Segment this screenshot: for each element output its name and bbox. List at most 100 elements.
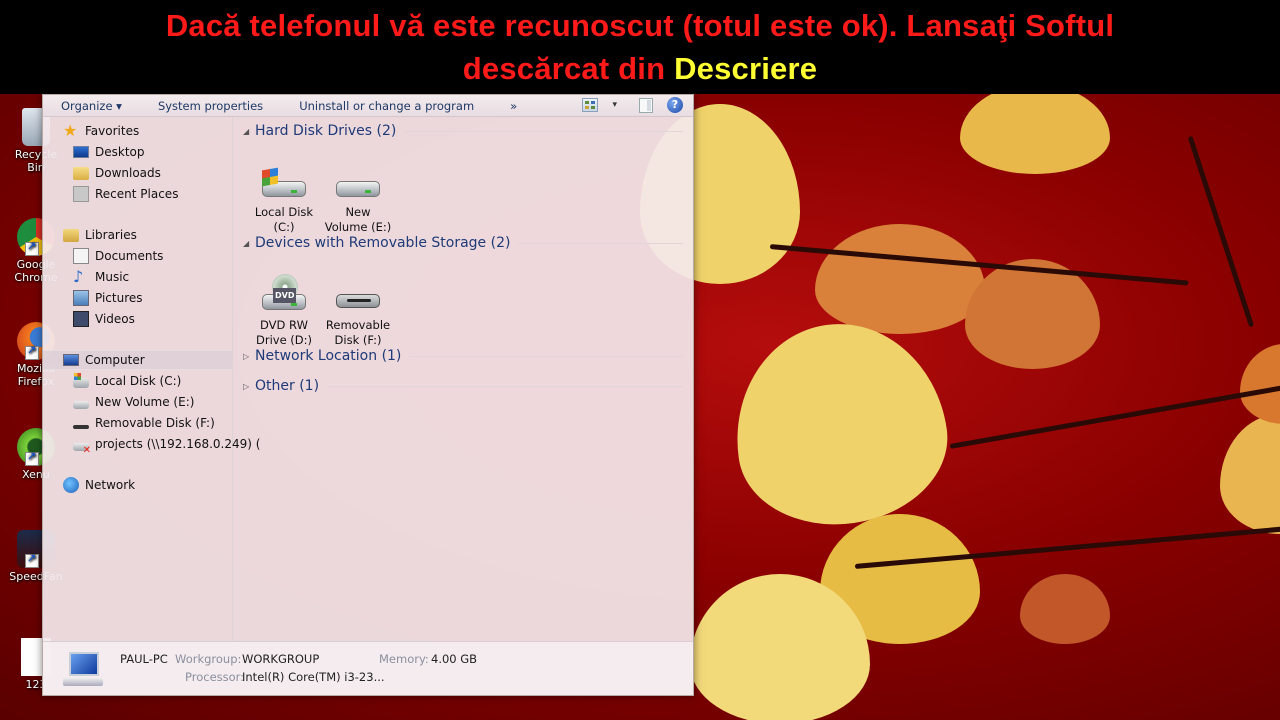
more-commands-button[interactable]: » xyxy=(492,99,535,113)
hard-drive-icon xyxy=(334,161,382,201)
nav-pictures[interactable]: Pictures xyxy=(73,288,143,308)
change-view-icon[interactable] xyxy=(582,98,599,112)
nav-label: Favorites xyxy=(85,124,140,138)
processor-value: Intel(R) Core(TM) i3-23... xyxy=(242,670,385,684)
navigation-pane: ★ Favorites Desktop Downloads Recent Plac… xyxy=(43,117,260,643)
hard-drive-icon xyxy=(73,400,89,409)
nav-recent-places[interactable]: Recent Places xyxy=(73,184,178,204)
group-label: Devices with Removable Storage (2) xyxy=(255,235,511,251)
drive-new-volume-e[interactable]: New Volume (E:) xyxy=(323,161,393,235)
workgroup-label: Workgroup: xyxy=(175,652,242,666)
nav-downloads[interactable]: Downloads xyxy=(73,163,161,183)
group-other[interactable]: ▷ Other (1) xyxy=(243,378,683,394)
wallpaper-leaf xyxy=(1020,574,1110,644)
workgroup-value: WORKGROUP xyxy=(242,652,320,666)
nav-label: New Volume (E:) xyxy=(95,395,195,409)
group-label: Network Location (1) xyxy=(255,348,402,364)
toolbar-right: ▾ ? xyxy=(582,97,683,113)
group-divider xyxy=(409,355,683,357)
nav-computer[interactable]: Computer xyxy=(43,350,232,370)
group-network-location[interactable]: ▷ Network Location (1) xyxy=(243,348,683,364)
group-label: Other (1) xyxy=(255,378,320,394)
nav-libraries[interactable]: Libraries xyxy=(63,225,137,245)
group-hard-disk-drives[interactable]: ◢ Hard Disk Drives (2) xyxy=(243,123,683,139)
nav-network[interactable]: Network xyxy=(63,475,135,495)
nav-videos[interactable]: Videos xyxy=(73,309,135,329)
nav-removable-disk-f[interactable]: Removable Disk (F:) xyxy=(73,413,215,433)
preview-pane-icon[interactable] xyxy=(639,97,653,113)
nav-desktop[interactable]: Desktop xyxy=(73,142,145,162)
details-pane: PAUL-PC Workgroup: WORKGROUP Memory: 4.0… xyxy=(43,641,693,695)
nav-new-volume-e[interactable]: New Volume (E:) xyxy=(73,392,194,412)
nav-label: Network xyxy=(85,478,136,492)
expanded-triangle-icon: ◢ xyxy=(243,238,250,248)
nav-projects-network-drive[interactable]: projects (\\192.168.0.249) ( xyxy=(73,434,260,456)
drive-local-disk-c[interactable]: Local Disk (C:) xyxy=(249,161,319,235)
nav-documents[interactable]: Documents xyxy=(73,246,163,266)
content-pane: ◢ Hard Disk Drives (2) Local Disk (C:) Ne… xyxy=(235,117,693,643)
nav-local-disk-c[interactable]: Local Disk (C:) xyxy=(73,371,181,391)
instruction-banner: Dacă telefonul vă este recunoscut (totul… xyxy=(0,0,1280,94)
shortcut-arrow-icon xyxy=(25,344,39,360)
tile-label-line1: Local Disk xyxy=(254,205,314,219)
wallpaper-branch xyxy=(1187,135,1255,328)
drive-removable-disk-f[interactable]: Removable Disk (F:) xyxy=(323,274,393,348)
libraries-icon xyxy=(63,228,79,242)
banner-line-2: descărcat din Descriere xyxy=(0,47,1280,90)
nav-label: Videos xyxy=(95,312,135,326)
downloads-folder-icon xyxy=(73,166,89,180)
computer-name: PAUL-PC xyxy=(120,652,168,666)
group-removable-storage[interactable]: ◢ Devices with Removable Storage (2) xyxy=(243,235,683,251)
nav-label: Local Disk (C:) xyxy=(95,374,182,388)
uninstall-program-button[interactable]: Uninstall or change a program xyxy=(281,99,492,113)
memory-value: 4.00 GB xyxy=(431,652,478,666)
pictures-icon xyxy=(73,290,89,306)
help-icon[interactable]: ? xyxy=(667,97,683,113)
wallpaper-leaf xyxy=(1240,344,1280,424)
disconnected-network-drive-icon xyxy=(73,442,91,456)
memory-label: Memory: xyxy=(379,652,429,666)
wallpaper-branch xyxy=(949,384,1280,449)
view-options-dropdown[interactable]: ▾ xyxy=(612,100,617,110)
system-drive-icon xyxy=(260,161,308,201)
group-divider xyxy=(404,130,683,132)
system-properties-button[interactable]: System properties xyxy=(140,99,281,113)
shortcut-arrow-icon xyxy=(25,240,39,256)
nav-label: Removable Disk (F:) xyxy=(95,416,215,430)
star-icon: ★ xyxy=(63,121,78,140)
computer-explorer-window: Organize ▾ System properties Uninstall o… xyxy=(42,94,694,696)
documents-icon xyxy=(73,248,89,264)
shortcut-arrow-icon xyxy=(25,450,39,466)
network-icon xyxy=(63,477,79,493)
tile-label-line2: (C:) xyxy=(273,220,295,234)
tile-label-line1: New xyxy=(345,205,371,219)
nav-label: Music xyxy=(95,270,130,284)
desktop: Recycle Bin Google Chrome Mozilla Firefo… xyxy=(0,94,1280,720)
tile-label-line2: Drive (D:) xyxy=(255,333,313,347)
collapsed-triangle-icon: ▷ xyxy=(243,351,250,361)
removable-disk-icon xyxy=(73,424,89,429)
tile-label-line2: Volume (E:) xyxy=(324,220,392,234)
shortcut-arrow-icon xyxy=(25,552,39,568)
expanded-triangle-icon: ◢ xyxy=(243,126,250,136)
drive-dvd-rw-d[interactable]: DVD DVD RW Drive (D:) xyxy=(249,274,319,348)
nav-music[interactable]: ♪ Music xyxy=(73,267,129,287)
banner-highlight: Descriere xyxy=(674,51,818,86)
banner-line-1: Dacă telefonul vă este recunoscut (totul… xyxy=(165,8,1115,43)
nav-favorites[interactable]: ★ Favorites xyxy=(63,121,139,141)
group-label: Hard Disk Drives (2) xyxy=(255,123,397,139)
processor-label: Processor: xyxy=(185,670,245,684)
nav-label: Documents xyxy=(95,249,164,263)
organize-menu[interactable]: Organize ▾ xyxy=(43,99,140,113)
group-divider xyxy=(518,242,683,244)
computer-icon xyxy=(63,354,79,366)
wallpaper-leaf xyxy=(722,310,958,538)
wallpaper-leaf xyxy=(960,94,1110,174)
group-divider xyxy=(327,385,683,387)
nav-label: Desktop xyxy=(95,145,145,159)
nav-label: Computer xyxy=(85,353,145,367)
tile-label-line1: Removable xyxy=(325,318,391,332)
removable-disk-icon xyxy=(334,274,382,314)
nav-label: Recent Places xyxy=(95,187,179,201)
desktop-icon xyxy=(73,146,89,158)
